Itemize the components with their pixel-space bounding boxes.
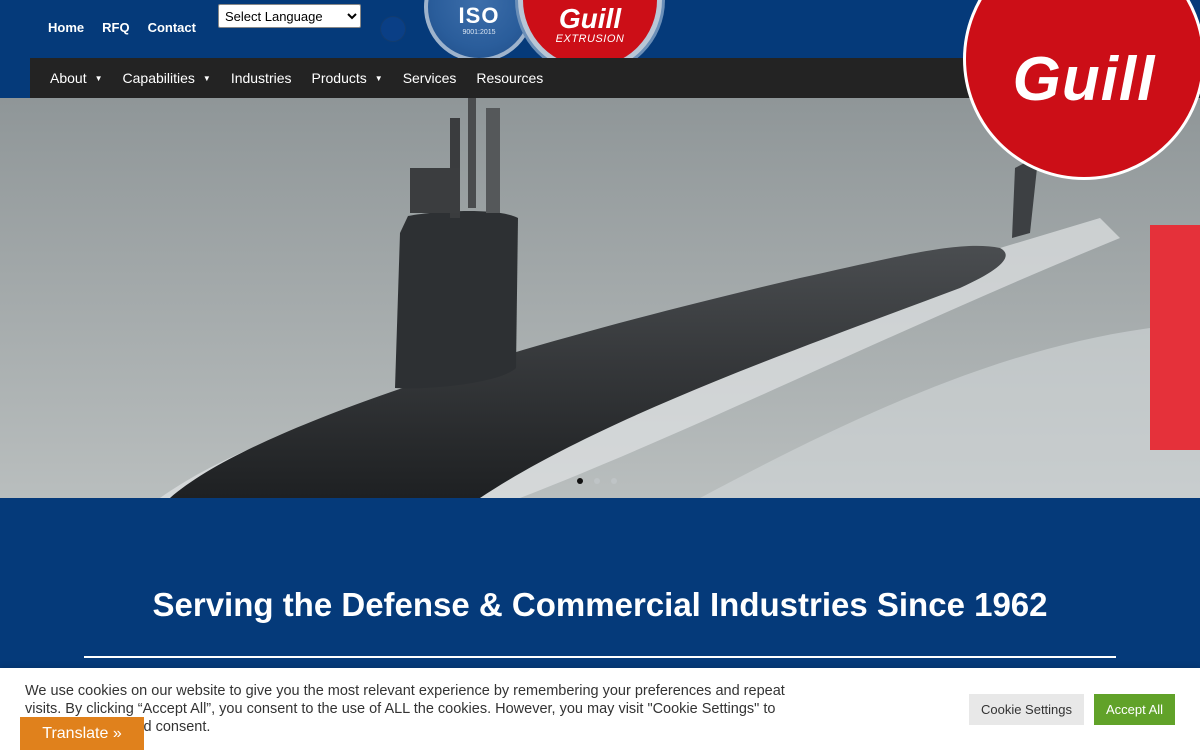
cookie-settings-button[interactable]: Cookie Settings [969, 694, 1084, 725]
section-headline: Serving the Defense & Commercial Industr… [152, 586, 1048, 623]
nav-item-about[interactable]: About ▼ [40, 58, 113, 98]
nav-item-services[interactable]: Services [393, 58, 467, 98]
language-select[interactable]: Select Language [218, 4, 361, 28]
section-divider [84, 656, 1116, 658]
extrusion-badge-sub: EXTRUSION [555, 33, 625, 45]
rfq-link[interactable]: RFQ [102, 20, 129, 35]
extrusion-badge-name: Guill [558, 3, 622, 34]
nav-item-label: Capabilities [122, 70, 195, 86]
caret-down-icon: ▼ [94, 73, 103, 83]
home-link[interactable]: Home [48, 20, 84, 35]
nav-item-label: Resources [476, 70, 544, 86]
nav-left-strip [0, 58, 30, 98]
iso-standard: 9001:2015 [462, 29, 496, 36]
caret-down-icon: ▼ [374, 73, 383, 83]
top-links: Home RFQ Contact [48, 20, 196, 35]
contact-link[interactable]: Contact [148, 20, 196, 35]
caret-down-icon: ▼ [202, 73, 211, 83]
guill-logo-text: Guill [1012, 44, 1156, 114]
nav-item-products[interactable]: Products ▼ [302, 58, 393, 98]
nav-item-resources[interactable]: Resources [466, 58, 553, 98]
nav-item-label: Services [402, 70, 457, 86]
translate-button[interactable]: Translate » [20, 717, 144, 750]
search-toggle-button[interactable] [380, 16, 406, 42]
nav-item-capabilities[interactable]: Capabilities ▼ [113, 58, 221, 98]
side-tab[interactable] [1150, 225, 1200, 450]
nav-item-industries[interactable]: Industries [221, 58, 302, 98]
slider-dot[interactable] [577, 478, 583, 484]
cookie-consent-bar: We use cookies on our website to give yo… [0, 668, 1200, 750]
slider-dot[interactable] [611, 478, 617, 484]
slider-dot[interactable] [594, 478, 600, 484]
iso-label: ISO [458, 3, 500, 28]
slider-dots [577, 478, 617, 484]
nav-item-label: Products [311, 70, 367, 86]
nav-item-label: Industries [230, 70, 292, 86]
accept-all-button[interactable]: Accept All [1094, 694, 1175, 725]
nav-item-label: About [50, 70, 87, 86]
